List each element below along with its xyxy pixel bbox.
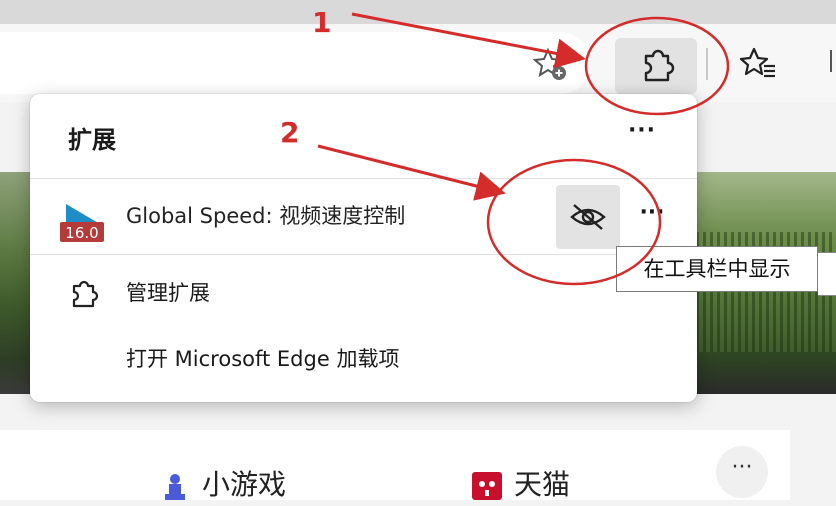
popup-title: 扩展 [68,126,116,154]
browser-top-strip [0,0,836,24]
annotation-number-2: 2 [280,116,300,149]
card-more-button[interactable]: ··· [716,446,768,498]
global-speed-logo-icon: 16.0 [56,202,110,244]
star-list-icon [739,47,775,78]
extensions-popup: 扩展 ··· 16.0 Global Speed: 视频速度控制 ··· 管理扩… [30,94,697,402]
favorites-button[interactable] [738,44,778,84]
show-in-toolbar-tooltip: 在工具栏中显示 [616,246,818,292]
puzzle-icon [68,278,100,310]
add-to-favorites-button[interactable] [530,44,570,84]
quick-link-games[interactable]: 小游戏 [160,470,286,500]
chess-piece-icon [160,472,190,500]
popup-more-button[interactable]: ··· [622,114,662,154]
quick-link-label: 天猫 [514,468,571,501]
settings-more-button-edge[interactable] [830,50,836,72]
extension-item-global-speed[interactable]: 16.0 Global Speed: 视频速度控制 ··· [30,180,697,252]
quick-link-label: 小游戏 [202,468,287,501]
divider [30,178,697,179]
quick-links-card [0,430,790,500]
open-edge-addons-item[interactable]: 打开 Microsoft Edge 加载项 [30,338,697,382]
manage-extensions-label: 管理扩展 [126,281,210,305]
star-plus-icon [532,47,566,80]
extensions-button[interactable] [615,38,697,94]
eye-slash-icon [570,204,606,230]
manage-extensions-item[interactable]: 管理扩展 [30,270,697,318]
extension-name: Global Speed: 视频速度控制 [126,204,406,228]
show-in-toolbar-button[interactable] [556,185,620,249]
puzzle-icon [644,49,675,82]
open-edge-addons-label: 打开 Microsoft Edge 加载项 [126,347,400,371]
tooltip-edge [818,252,836,296]
tmall-icon [472,472,502,500]
quick-link-tmall[interactable]: 天猫 [472,470,570,500]
address-bar[interactable] [0,32,590,94]
divider [30,254,697,255]
toolbar-separator [706,48,708,80]
extension-badge: 16.0 [65,224,98,242]
annotation-number-1: 1 [312,6,332,39]
extension-more-button[interactable]: ··· [632,198,672,234]
